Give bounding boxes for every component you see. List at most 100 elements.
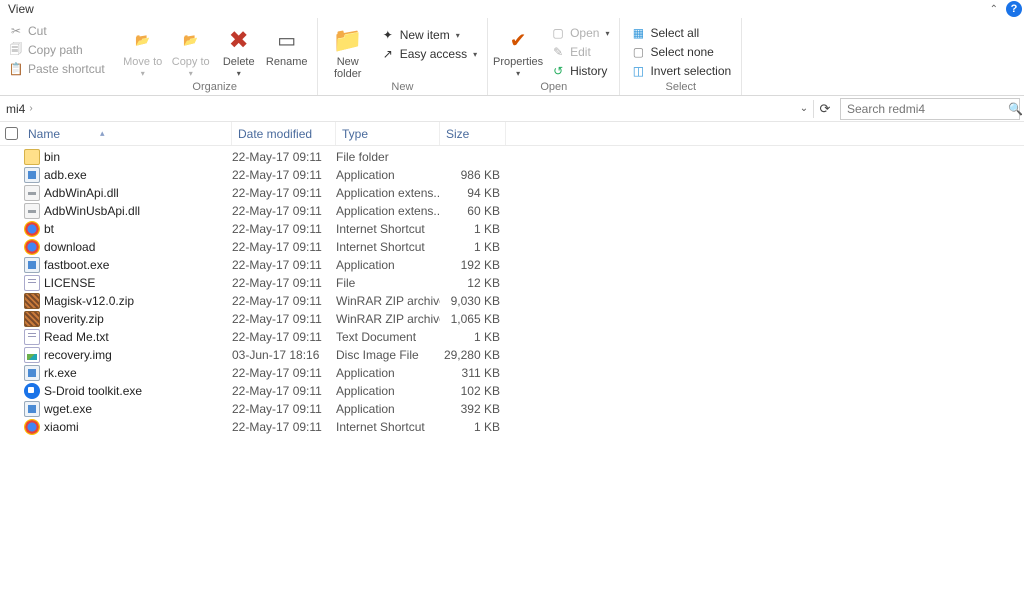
file-icon (24, 419, 40, 435)
file-type: Application (336, 366, 440, 380)
paste-shortcut-button[interactable]: 📋Paste shortcut (6, 60, 107, 78)
properties-icon: ✔ (502, 24, 534, 56)
invert-selection-button[interactable]: ◫Invert selection (626, 62, 735, 80)
file-name: bin (42, 150, 232, 164)
file-size: 9,030 KB (440, 294, 506, 308)
file-size: 1 KB (440, 240, 506, 254)
file-date: 03-Jun-17 18:16 (232, 348, 336, 362)
column-headers: Name▴ Date modified Type Size (0, 122, 1024, 146)
search-icon[interactable]: 🔍 (1008, 102, 1023, 116)
file-date: 22-May-17 09:11 (232, 402, 336, 416)
select-all-checkbox[interactable] (5, 127, 18, 140)
properties-button[interactable]: ✔ Properties▾ (494, 22, 542, 78)
file-icon (24, 221, 40, 237)
file-row[interactable]: noverity.zip22-May-17 09:11WinRAR ZIP ar… (0, 310, 1024, 328)
file-icon (24, 311, 40, 327)
breadcrumb-segment[interactable]: mi4 (4, 102, 27, 116)
new-item-button[interactable]: ✦New item▾ (376, 26, 481, 44)
file-date: 22-May-17 09:11 (232, 420, 336, 434)
sort-asc-icon: ▴ (100, 128, 105, 139)
file-row[interactable]: fastboot.exe22-May-17 09:11Application19… (0, 256, 1024, 274)
easy-access-button[interactable]: ↗Easy access▾ (376, 45, 481, 63)
file-type: Internet Shortcut (336, 222, 440, 236)
cut-button[interactable]: ✂Cut (6, 22, 107, 40)
file-name: download (42, 240, 232, 254)
select-none-button[interactable]: ▢Select none (626, 43, 735, 61)
file-row[interactable]: wget.exe22-May-17 09:11Application392 KB (0, 400, 1024, 418)
file-icon (24, 149, 40, 165)
file-row[interactable]: AdbWinUsbApi.dll22-May-17 09:11Applicati… (0, 202, 1024, 220)
copy-path-button[interactable]: 🗐Copy path (6, 41, 107, 59)
file-name: Read Me.txt (42, 330, 232, 344)
file-type: WinRAR ZIP archive (336, 312, 440, 326)
address-bar: mi4 › ⌄ ⟳ 🔍 (0, 96, 1024, 122)
ribbon-collapse-icon[interactable]: ⌃ (990, 4, 998, 15)
file-row[interactable]: download22-May-17 09:11Internet Shortcut… (0, 238, 1024, 256)
column-name[interactable]: Name▴ (22, 122, 232, 145)
delete-button[interactable]: ✖ Delete▾ (215, 22, 263, 78)
file-size: 1,065 KB (440, 312, 506, 326)
move-to-button[interactable]: 📂 Move to▾ (119, 22, 167, 78)
ribbon: ✂Cut 🗐Copy path 📋Paste shortcut 📂 Move t… (0, 18, 1024, 96)
group-label-new: New (318, 81, 487, 95)
file-date: 22-May-17 09:11 (232, 222, 336, 236)
chevron-right-icon[interactable]: › (27, 103, 34, 114)
file-type: File (336, 276, 440, 290)
open-icon: ▢ (550, 25, 566, 41)
breadcrumb[interactable]: mi4 › (0, 102, 795, 116)
file-row[interactable]: bt22-May-17 09:11Internet Shortcut1 KB (0, 220, 1024, 238)
edit-icon: ✎ (550, 44, 566, 60)
file-name: xiaomi (42, 420, 232, 434)
refresh-icon[interactable]: ⟳ (814, 101, 836, 117)
file-name: AdbWinApi.dll (42, 186, 232, 200)
select-all-button[interactable]: ▦Select all (626, 24, 735, 42)
file-icon (24, 365, 40, 381)
file-icon (24, 257, 40, 273)
file-icon (24, 383, 40, 399)
scissors-icon: ✂ (8, 23, 24, 39)
copy-to-icon: 📂 (175, 24, 207, 56)
file-name: LICENSE (42, 276, 232, 290)
new-folder-button[interactable]: 📁 New folder (324, 22, 372, 80)
file-size: 1 KB (440, 330, 506, 344)
rename-button[interactable]: ▭ Rename (263, 22, 311, 68)
file-row[interactable]: recovery.img03-Jun-17 18:16Disc Image Fi… (0, 346, 1024, 364)
file-date: 22-May-17 09:11 (232, 366, 336, 380)
search-box[interactable]: 🔍 (840, 98, 1020, 120)
open-button[interactable]: ▢Open▾ (546, 24, 613, 42)
file-size: 1 KB (440, 222, 506, 236)
file-name: rk.exe (42, 366, 232, 380)
file-icon (24, 275, 40, 291)
file-date: 22-May-17 09:11 (232, 276, 336, 290)
address-dropdown-icon[interactable]: ⌄ (795, 103, 813, 114)
tab-view[interactable]: View (8, 2, 34, 16)
select-all-icon: ▦ (630, 25, 646, 41)
column-date[interactable]: Date modified (232, 122, 336, 145)
file-row[interactable]: xiaomi22-May-17 09:11Internet Shortcut1 … (0, 418, 1024, 436)
history-button[interactable]: ↺History (546, 62, 613, 80)
file-row[interactable]: AdbWinApi.dll22-May-17 09:11Application … (0, 184, 1024, 202)
search-input[interactable] (841, 102, 1008, 116)
file-row[interactable]: Magisk-v12.0.zip22-May-17 09:11WinRAR ZI… (0, 292, 1024, 310)
help-icon[interactable]: ? (1006, 1, 1022, 17)
file-row[interactable]: S-Droid toolkit.exe22-May-17 09:11Applic… (0, 382, 1024, 400)
file-icon (24, 293, 40, 309)
file-row[interactable]: bin22-May-17 09:11File folder (0, 148, 1024, 166)
select-none-icon: ▢ (630, 44, 646, 60)
file-type: Application (336, 402, 440, 416)
copy-to-button[interactable]: 📂 Copy to▾ (167, 22, 215, 78)
file-row[interactable]: rk.exe22-May-17 09:11Application311 KB (0, 364, 1024, 382)
file-icon (24, 401, 40, 417)
file-name: Magisk-v12.0.zip (42, 294, 232, 308)
file-name: bt (42, 222, 232, 236)
column-type[interactable]: Type (336, 122, 440, 145)
column-size[interactable]: Size (440, 122, 506, 145)
group-label-organize: Organize (113, 81, 317, 95)
file-row[interactable]: LICENSE22-May-17 09:11File12 KB (0, 274, 1024, 292)
file-date: 22-May-17 09:11 (232, 312, 336, 326)
file-row[interactable]: adb.exe22-May-17 09:11Application986 KB (0, 166, 1024, 184)
easy-access-icon: ↗ (380, 46, 396, 62)
edit-button[interactable]: ✎Edit (546, 43, 613, 61)
file-row[interactable]: Read Me.txt22-May-17 09:11Text Document1… (0, 328, 1024, 346)
file-date: 22-May-17 09:11 (232, 204, 336, 218)
